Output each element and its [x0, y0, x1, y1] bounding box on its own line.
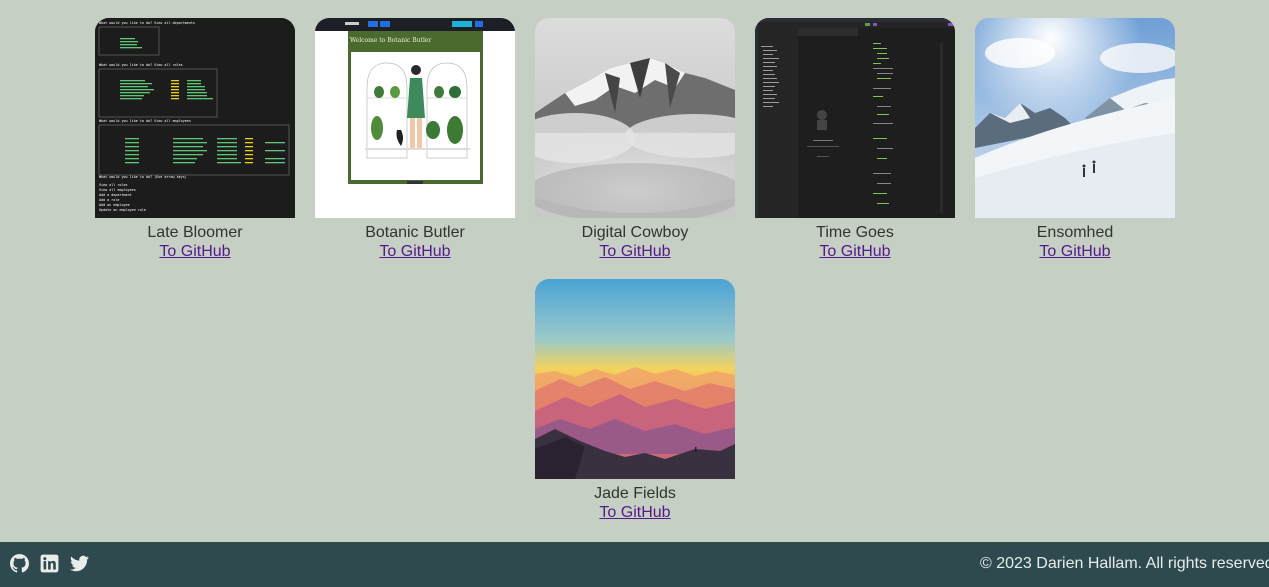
- github-link[interactable]: To GitHub: [599, 242, 670, 261]
- project-title: Digital Cowboy: [581, 224, 689, 241]
- thumb-line: Add an employee: [99, 203, 130, 207]
- thumb-line: Update an employee role: [99, 208, 146, 212]
- thumb-line: What would you like to do? View all role…: [99, 63, 183, 67]
- project-title: Ensomhed: [1036, 224, 1114, 241]
- github-link[interactable]: To GitHub: [379, 242, 450, 261]
- project-thumbnail-botanic-butler: Welcome to Botanic Butler: [315, 18, 515, 218]
- project-thumbnail-late-bloomer: What would you like to do? View all depa…: [95, 18, 295, 218]
- copyright-text: © 2023 Darien Hallam. All rights reserve…: [980, 555, 1269, 572]
- project-title: Late Bloomer: [147, 224, 243, 241]
- project-card: Digital Cowboy To GitHub: [535, 18, 735, 261]
- project-title: Jade Fields: [594, 485, 676, 502]
- github-link[interactable]: To GitHub: [819, 242, 890, 261]
- project-thumbnail-digital-cowboy: [535, 18, 735, 218]
- thumb-line: View all employees: [99, 188, 136, 192]
- project-card: Ensomhed To GitHub: [975, 18, 1175, 261]
- thumb-line: What would you like to do? View all empl…: [99, 119, 191, 123]
- site-footer: © 2023 Darien Hallam. All rights reserve…: [0, 542, 1269, 587]
- project-card: Time Goes To GitHub: [755, 18, 955, 261]
- thumb-line: What would you like to do? View all depa…: [99, 21, 195, 25]
- project-thumbnail-ensomhed: [975, 18, 1175, 218]
- thumb-line: What would you like to do? (Use arrow ke…: [99, 175, 187, 179]
- thumb-line: View all roles: [99, 183, 128, 187]
- thumb-line: Add a department: [99, 193, 132, 197]
- project-title: Botanic Butler: [365, 224, 465, 241]
- twitter-icon[interactable]: [70, 554, 89, 573]
- project-thumbnail-jade-fields: [535, 279, 735, 479]
- project-thumbnail-time-goes: [755, 18, 955, 218]
- project-card: Welcome to Botanic Butler Botanic Butler…: [315, 18, 515, 261]
- thumb-heading: Welcome to Botanic Butler: [350, 37, 431, 44]
- github-link[interactable]: To GitHub: [159, 242, 230, 261]
- github-link[interactable]: To GitHub: [1039, 242, 1110, 261]
- github-icon[interactable]: [10, 554, 29, 573]
- github-link[interactable]: To GitHub: [599, 503, 670, 522]
- project-title: Time Goes: [816, 224, 894, 241]
- social-links: [10, 554, 89, 573]
- project-card: What would you like to do? View all depa…: [95, 18, 295, 261]
- linkedin-icon[interactable]: [40, 554, 59, 573]
- thumb-line: Add a role: [99, 198, 119, 202]
- project-card: Jade Fields To GitHub: [535, 279, 735, 522]
